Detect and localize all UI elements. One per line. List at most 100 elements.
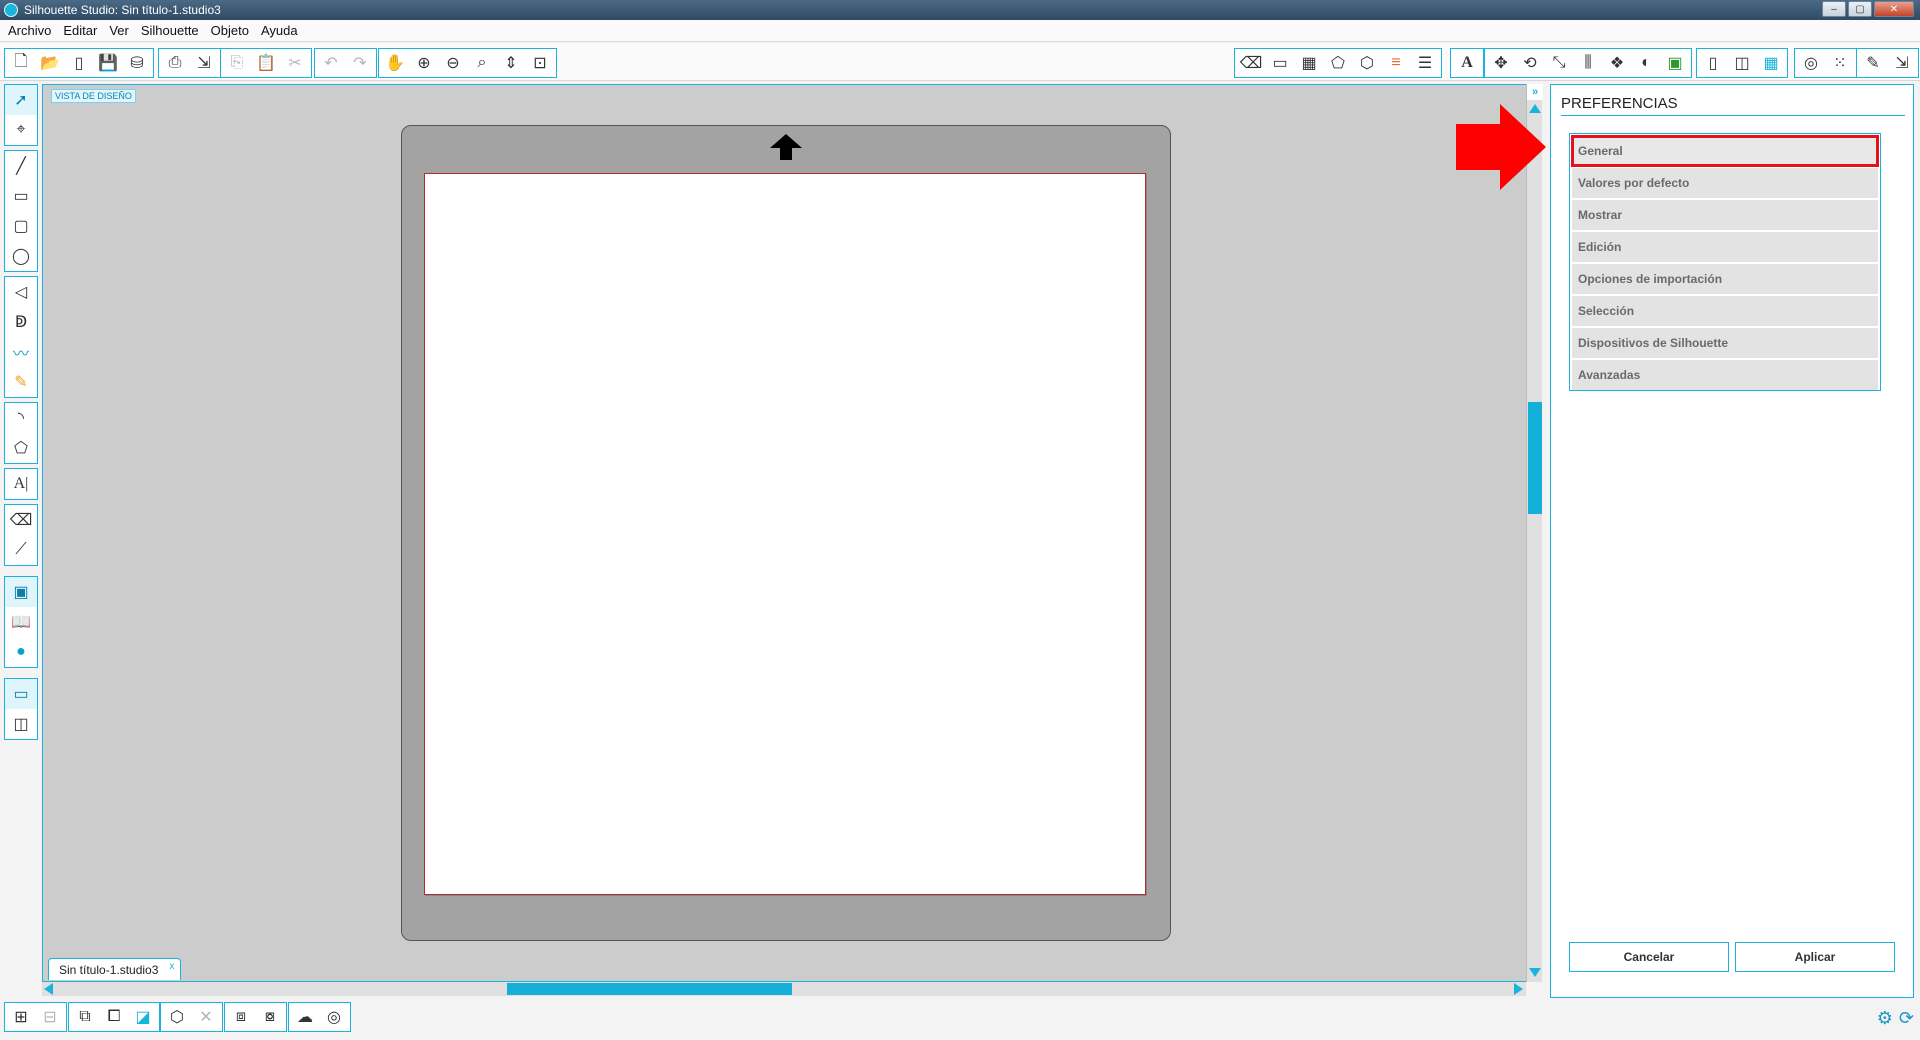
select-icon[interactable]: ➚ — [5, 85, 37, 115]
tab-close-icon[interactable]: x — [169, 961, 174, 972]
rotate-icon[interactable]: ⟲ — [1516, 50, 1544, 76]
pref-item-dispositivos[interactable]: Dispositivos de Silhouette — [1572, 328, 1878, 358]
send-back-icon[interactable]: ⧇ — [256, 1004, 284, 1030]
horizontal-scrollbar[interactable] — [42, 982, 1526, 996]
eraser-icon[interactable]: ⌫ — [5, 505, 37, 535]
pref-item-mostrar[interactable]: Mostrar — [1572, 200, 1878, 230]
save-library-icon[interactable]: ⛁ — [123, 50, 151, 76]
smooth-freehand-icon[interactable]: ✎ — [5, 367, 37, 397]
zoom-select-icon[interactable]: ⌕ — [468, 50, 496, 76]
apply-button[interactable]: Aplicar — [1735, 942, 1895, 972]
clear-fill-icon[interactable]: ⌫ — [1237, 50, 1265, 76]
registration-icon[interactable]: ⬠ — [1324, 50, 1352, 76]
replicate-icon[interactable]: ❖ — [1603, 50, 1631, 76]
cut-settings-icon[interactable]: ◫ — [1728, 50, 1756, 76]
redo-icon[interactable]: ↷ — [346, 50, 374, 76]
library-icon[interactable]: 📖 — [5, 607, 37, 637]
polygon-icon[interactable]: ◁ — [5, 277, 37, 307]
offset-icon[interactable]: ⬡ — [1353, 50, 1381, 76]
freehand-icon[interactable]: 〰 — [5, 337, 37, 367]
zoom-in-icon[interactable]: ⊕ — [410, 50, 438, 76]
group-icon[interactable]: ⊞ — [7, 1004, 35, 1030]
save-icon[interactable]: 💾 — [94, 50, 122, 76]
transform-icon[interactable]: ✥ — [1487, 50, 1515, 76]
new-file-icon[interactable]: 🗋 — [7, 50, 35, 76]
pan-hand-icon[interactable]: ✋ — [381, 50, 409, 76]
point-edit-icon[interactable]: ⌖ — [5, 115, 37, 145]
pref-item-general[interactable]: General — [1571, 135, 1879, 167]
menu-editar[interactable]: Editar — [59, 23, 105, 38]
text-style-icon[interactable]: A — [1453, 50, 1481, 76]
align-icon[interactable]: ⫼ — [1574, 50, 1602, 76]
vertical-scroll-thumb[interactable] — [1528, 402, 1542, 514]
scroll-left-icon[interactable] — [44, 983, 53, 995]
design-store-icon[interactable]: ✎ — [1859, 50, 1887, 76]
close-button[interactable]: ✕ — [1874, 1, 1914, 17]
knife-tool-icon[interactable]: ⟋ — [5, 535, 37, 565]
points-icon[interactable]: ⁙ — [1826, 50, 1854, 76]
fit-page-icon[interactable]: ⊡ — [526, 50, 554, 76]
new-page-icon[interactable]: ▯ — [65, 50, 93, 76]
line-icon[interactable]: ╱ — [5, 151, 37, 181]
paste-icon[interactable]: 📋 — [252, 50, 280, 76]
cancel-button[interactable]: Cancelar — [1569, 942, 1729, 972]
send-cut-icon[interactable]: ⇲ — [190, 50, 218, 76]
grid-settings-icon[interactable]: ▦ — [1295, 50, 1323, 76]
scroll-right-icon[interactable] — [1514, 983, 1523, 995]
arc-icon[interactable]: ◝ — [5, 403, 37, 433]
merge-icon[interactable]: ☁ — [291, 1004, 319, 1030]
release-compound-icon[interactable]: ⧠ — [100, 1004, 128, 1030]
knife-icon[interactable]: ◎ — [1797, 50, 1825, 76]
zoom-drag-icon[interactable]: ⇕ — [497, 50, 525, 76]
print-icon[interactable]: ⎙ — [161, 50, 189, 76]
settings-gear-icon[interactable]: ⚙ — [1877, 1008, 1893, 1029]
scroll-down-icon[interactable] — [1529, 968, 1541, 977]
ellipse-icon[interactable]: ◯ — [5, 241, 37, 271]
modify-icon[interactable]: ◐ — [1632, 50, 1660, 76]
document-tab[interactable]: Sin título-1.studio3 x — [48, 958, 182, 980]
menu-ver[interactable]: Ver — [105, 23, 137, 38]
offset-rings-icon[interactable]: ◎ — [320, 1004, 348, 1030]
line-style-icon[interactable]: ☰ — [1411, 50, 1439, 76]
text-icon[interactable]: A| — [5, 469, 37, 499]
rectangle-icon[interactable]: ▭ — [5, 181, 37, 211]
zoom-out-icon[interactable]: ⊖ — [439, 50, 467, 76]
regular-polygon-icon[interactable]: ⬠ — [5, 433, 37, 463]
send-icon[interactable]: ⇲ — [1888, 50, 1916, 76]
pref-item-opciones-importacion[interactable]: Opciones de importación — [1572, 264, 1878, 294]
cut-icon[interactable]: ✂ — [281, 50, 309, 76]
pages-icon[interactable]: ▯ — [1699, 50, 1727, 76]
scale-icon[interactable]: ⤡ — [1545, 50, 1573, 76]
pref-item-edicion[interactable]: Edición — [1572, 232, 1878, 262]
ungroup-icon[interactable]: ⊟ — [36, 1004, 64, 1030]
maximize-button[interactable]: ▢ — [1848, 1, 1872, 17]
split-view-icon[interactable]: ◫ — [5, 709, 37, 739]
erase-icon[interactable]: ✕ — [192, 1004, 220, 1030]
menu-silhouette[interactable]: Silhouette — [137, 23, 207, 38]
page-setup-icon[interactable]: ▭ — [1266, 50, 1294, 76]
compound-path-icon[interactable]: ⧉ — [71, 1004, 99, 1030]
rounded-rectangle-icon[interactable]: ▢ — [5, 211, 37, 241]
menu-ayuda[interactable]: Ayuda — [257, 23, 306, 38]
design-canvas[interactable]: VISTA DE DISEÑO — [42, 84, 1540, 982]
pref-item-valores-por-defecto[interactable]: Valores por defecto — [1572, 168, 1878, 198]
design-page[interactable] — [424, 173, 1146, 895]
minimize-button[interactable]: – — [1822, 1, 1846, 17]
menu-objeto[interactable]: Objeto — [207, 23, 257, 38]
bring-front-icon[interactable]: ⧈ — [227, 1004, 255, 1030]
silhouette-store-icon[interactable]: ● — [5, 637, 37, 667]
weld-icon[interactable]: ⬡ — [163, 1004, 191, 1030]
vertical-scrollbar[interactable]: » — [1526, 84, 1543, 982]
pref-item-avanzadas[interactable]: Avanzadas — [1572, 360, 1878, 390]
grid-icon[interactable]: ▦ — [1757, 50, 1785, 76]
pref-item-seleccion[interactable]: Selección — [1572, 296, 1878, 326]
design-view-icon[interactable]: ▣ — [5, 577, 37, 607]
make-compound-icon[interactable]: ◪ — [129, 1004, 157, 1030]
menu-archivo[interactable]: Archivo — [4, 23, 59, 38]
line-color-icon[interactable]: ≡ — [1382, 50, 1410, 76]
refresh-icon[interactable]: ⟳ — [1899, 1008, 1914, 1029]
undo-icon[interactable]: ↶ — [317, 50, 345, 76]
single-view-icon[interactable]: ▭ — [5, 679, 37, 709]
trace-icon[interactable]: ▣ — [1661, 50, 1689, 76]
curve-icon[interactable]: ↁ — [5, 307, 37, 337]
